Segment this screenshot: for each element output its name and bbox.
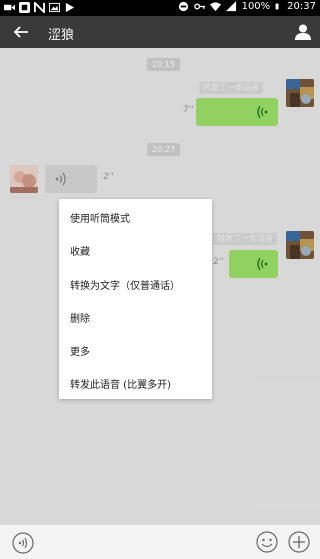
chat-input-bar xyxy=(0,524,320,559)
menu-item-convert-to-text[interactable]: 转换为文字（仅普通话） xyxy=(70,277,180,292)
voice-toggle-icon[interactable] xyxy=(12,532,34,554)
menu-item-delete[interactable]: 删除 xyxy=(70,310,90,325)
battery-icon xyxy=(275,3,279,10)
menu-item-favorite[interactable]: 收藏 xyxy=(70,243,90,258)
status-bar: 100% 20:37 xyxy=(0,0,320,16)
image-notification-icon xyxy=(49,2,60,13)
play-store-icon xyxy=(65,2,75,13)
battery-percentage: 100% xyxy=(241,1,271,12)
key-icon xyxy=(193,3,205,10)
menu-item-earpiece-mode[interactable]: 使用听筒模式 xyxy=(70,210,130,225)
status-notification-icons xyxy=(4,2,75,13)
video-camera-icon xyxy=(4,4,15,11)
n-notification-icon xyxy=(34,2,45,13)
signal-icon xyxy=(225,1,236,12)
person-icon[interactable] xyxy=(294,23,312,41)
clock: 20:37 xyxy=(287,1,316,12)
chat-title: 涩狼 xyxy=(48,28,75,43)
app-notification-icon xyxy=(19,2,30,13)
plus-icon[interactable] xyxy=(288,531,310,553)
status-system-icons: 100% 20:37 xyxy=(178,1,316,12)
wifi-icon xyxy=(209,2,221,12)
emoji-icon[interactable] xyxy=(256,531,278,553)
chat-header: 涩狼 xyxy=(0,16,320,48)
menu-item-more[interactable]: 更多 xyxy=(70,343,90,358)
voice-context-menu: 使用听筒模式 收藏 转换为文字（仅普通话） 删除 更多 转发此语音 (比翼多开) xyxy=(59,199,212,399)
minus-circle-icon xyxy=(178,1,188,12)
arrow-left-icon[interactable] xyxy=(12,23,30,41)
menu-item-forward-voice[interactable]: 转发此语音 (比翼多开) xyxy=(70,376,171,391)
